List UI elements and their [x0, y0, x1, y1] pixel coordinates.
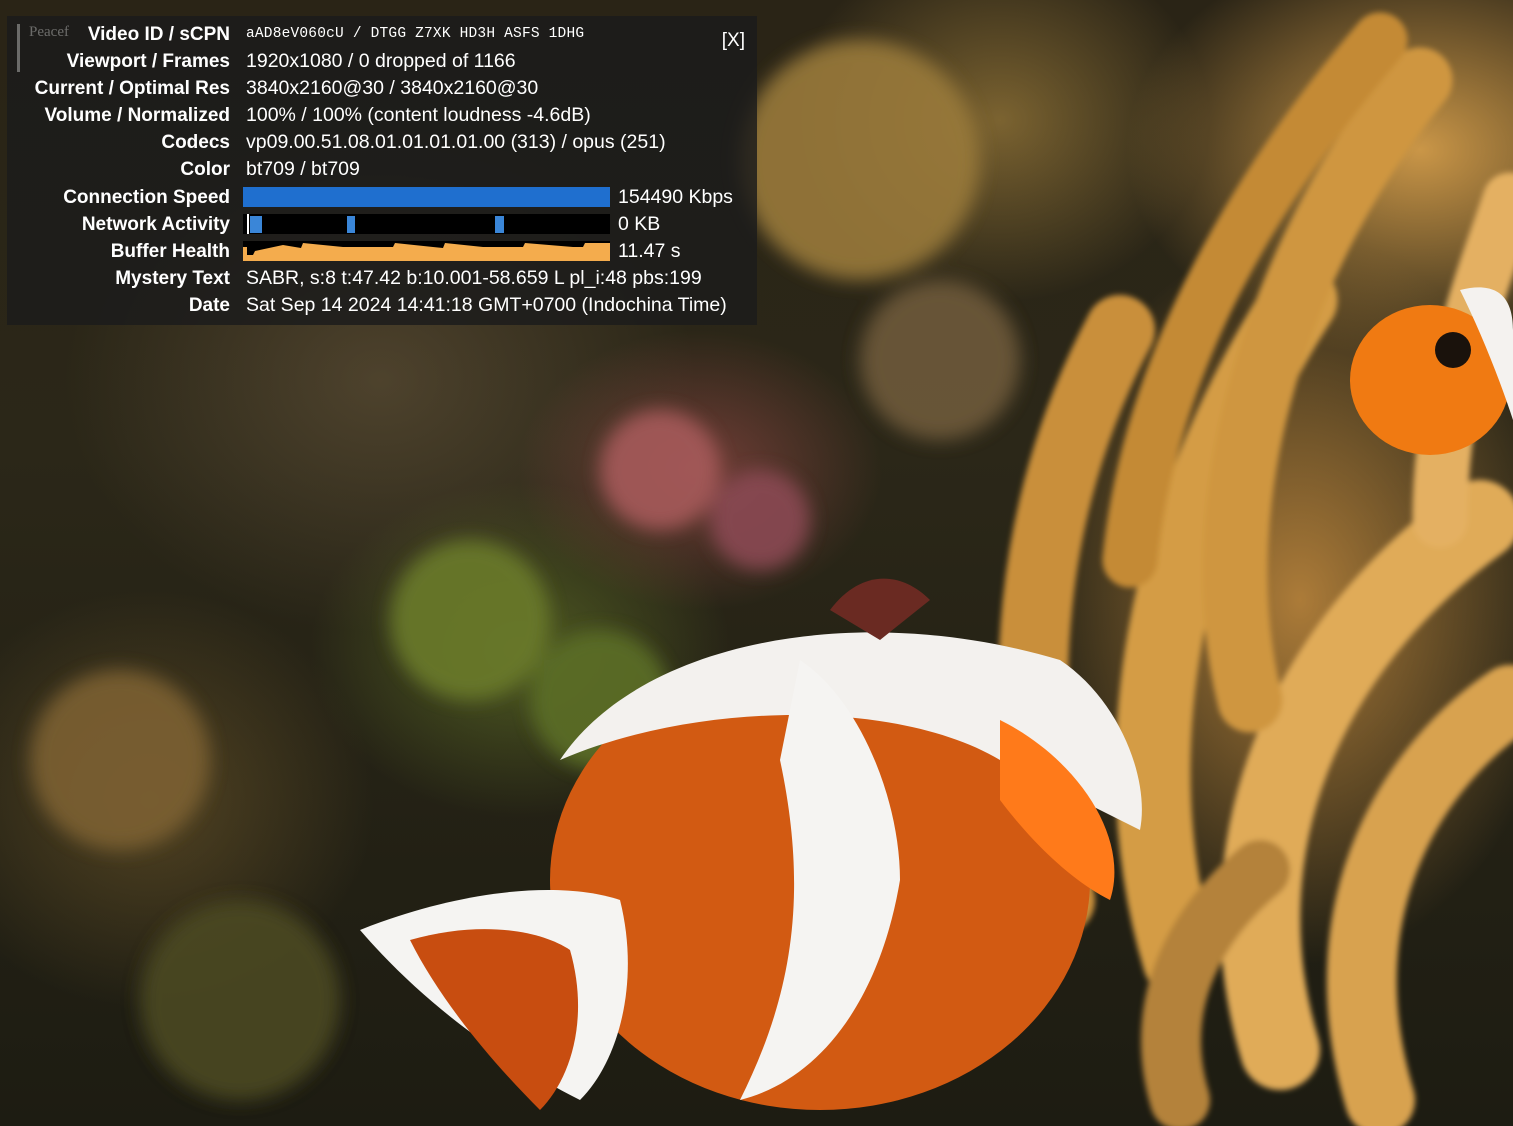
buffer-health-area [243, 243, 610, 261]
network-activity-graph [243, 214, 610, 234]
buffer-health-fill [243, 243, 610, 261]
clownfish-small [1350, 287, 1513, 455]
row-value: Sat Sep 14 2024 14:41:18 GMT+0700 (Indoc… [246, 294, 727, 316]
row-value: 3840x2160@30 / 3840x2160@30 [246, 77, 539, 99]
close-button[interactable]: [X] [722, 30, 745, 52]
row-label: Video ID / sCPN [87, 24, 230, 45]
network-spike [495, 216, 504, 233]
row-value: bt709 / bt709 [246, 158, 360, 180]
buffer-health-graph [243, 241, 610, 261]
row-value: 1920x1080 / 0 dropped of 1166 [246, 50, 516, 72]
connection-speed-graph [243, 187, 610, 207]
row-value: vp09.00.51.08.01.01.01.01.00 (313) / opu… [246, 131, 666, 153]
row-label: Date [188, 295, 230, 316]
row-label: Connection Speed [63, 187, 230, 208]
network-spike [347, 216, 355, 233]
row-value: aAD8eV060cU / DTGG Z7XK HD3H ASFS 1DHG [246, 26, 585, 42]
row-label: Color [180, 159, 230, 180]
row-label: Current / Optimal Res [34, 78, 230, 99]
row-label: Buffer Health [110, 241, 230, 262]
connection-speed-value: 154490 Kbps [618, 186, 733, 208]
network-spike [250, 216, 262, 233]
network-activity-spikes [247, 214, 504, 234]
row-value: 100% / 100% (content loudness -4.6dB) [246, 104, 591, 126]
network-activity-value: 0 KB [618, 213, 661, 235]
row-label: Mystery Text [115, 268, 230, 289]
buffer-health-value: 11.47 s [618, 240, 681, 262]
network-cursor [247, 214, 249, 234]
stats-for-nerds-panel: Peacef [X] Video ID / sCPN aAD8eV060cU /… [7, 16, 757, 325]
row-label: Viewport / Frames [66, 51, 230, 72]
row-label: Codecs [161, 132, 230, 153]
row-value: SABR, s:8 t:47.42 b:10.001-58.659 L pl_i… [246, 267, 702, 289]
connection-speed-fill [243, 187, 610, 207]
row-label: Volume / Normalized [44, 105, 230, 126]
row-label: Network Activity [81, 214, 230, 235]
